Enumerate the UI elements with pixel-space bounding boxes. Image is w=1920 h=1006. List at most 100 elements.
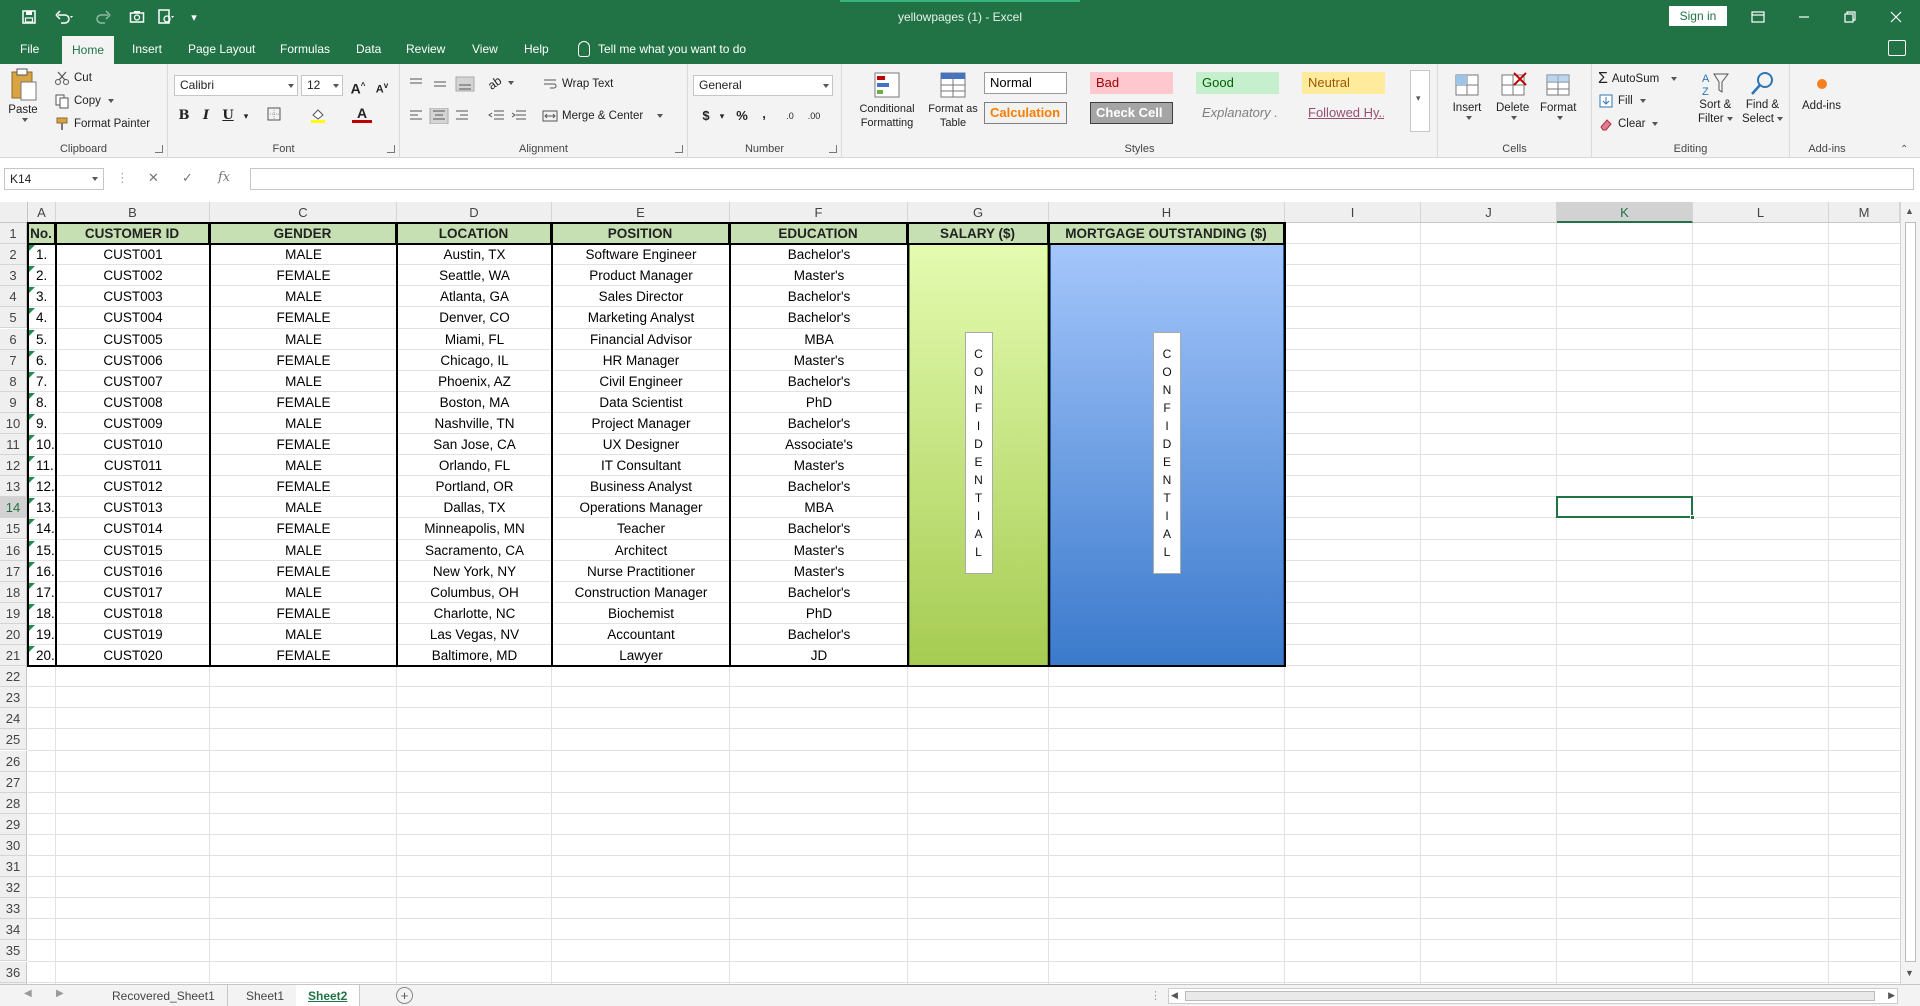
collapse-ribbon-icon[interactable]: ⌃ [1900,144,1908,155]
header-cell[interactable]: No. [28,223,56,245]
tab-review[interactable]: Review [396,34,455,64]
camera-icon[interactable] [126,7,148,27]
new-sheet-icon[interactable]: + [396,987,413,1004]
table-cell[interactable]: Phoenix, AZ [397,371,552,392]
table-cell[interactable]: CUST018 [56,603,210,624]
vertical-scroll-thumb[interactable] [1905,222,1916,962]
table-cell[interactable]: FEMALE [210,518,397,539]
column-header-f[interactable]: F [730,202,908,223]
bold-button[interactable]: B [174,106,194,126]
font-color-icon[interactable]: A [352,106,372,126]
table-cell[interactable]: MALE [210,624,397,645]
table-cell[interactable]: CUST001 [56,244,210,265]
table-cell[interactable]: Biochemist [552,603,730,624]
select-all-corner[interactable] [0,202,28,223]
error-indicator-icon[interactable] [29,392,35,399]
table-cell[interactable]: CUST004 [56,307,210,328]
table-cell[interactable]: Austin, TX [397,244,552,265]
row-header-28[interactable]: 28 [0,792,27,814]
header-cell[interactable]: EDUCATION [730,223,908,245]
error-indicator-icon[interactable] [29,582,35,589]
merge-center-button[interactable]: Merge & Center [542,108,664,124]
table-cell[interactable]: MALE [210,413,397,434]
sheet-tab-sheet2[interactable]: Sheet2 [296,985,361,1006]
style-check-cell[interactable]: Check Cell [1090,102,1173,124]
table-cell[interactable]: Operations Manager [552,497,730,518]
style-followed-hyperlink[interactable]: Followed Hy... [1302,102,1385,124]
table-cell[interactable]: MALE [210,371,397,392]
table-cell[interactable]: Atlanta, GA [397,286,552,307]
sign-in-button[interactable]: Sign in [1669,6,1727,26]
row-header-26[interactable]: 26 [0,750,27,772]
error-indicator-icon[interactable] [29,477,35,484]
customize-quick-access-icon[interactable]: ▾ [184,7,204,27]
cut-button[interactable]: Cut [54,70,92,86]
table-cell[interactable]: Bachelor's [730,582,908,603]
delete-cells-button[interactable]: Delete [1496,70,1529,120]
autosum-button[interactable]: Σ AutoSum [1598,70,1678,88]
table-cell[interactable]: JD [730,645,908,666]
underline-dropdown-icon[interactable]: ▾ [236,106,256,126]
table-cell[interactable]: Nashville, TN [397,413,552,434]
column-header-g[interactable]: G [908,202,1049,223]
row-header-4[interactable]: 4 [0,286,27,308]
table-cell[interactable]: FEMALE [210,265,397,286]
table-cell[interactable]: IT Consultant [552,455,730,476]
table-cell[interactable]: CUST008 [56,392,210,413]
style-bad[interactable]: Bad [1090,72,1173,94]
row-header-27[interactable]: 27 [0,771,27,793]
decrease-font-size-icon[interactable]: Av [372,76,392,96]
table-cell[interactable]: Bachelor's [730,624,908,645]
row-header-14[interactable]: 14 [0,497,27,519]
row-header-32[interactable]: 32 [0,877,27,899]
styles-gallery-more-button[interactable]: ▾ [1410,70,1430,132]
table-cell[interactable]: Chicago, IL [397,350,552,371]
table-cell[interactable]: Portland, OR [397,476,552,497]
italic-button[interactable]: I [196,106,216,126]
error-indicator-icon[interactable] [29,498,35,505]
table-cell[interactable]: Columbus, OH [397,582,552,603]
row-header-25[interactable]: 25 [0,729,27,751]
error-indicator-icon[interactable] [29,603,35,610]
style-explanatory[interactable]: Explanatory ... [1196,102,1279,124]
sort-filter-button[interactable]: AZ Sort & Filter [1698,70,1733,126]
table-cell[interactable]: CUST016 [56,561,210,582]
row-header-13[interactable]: 13 [0,476,27,498]
tab-file[interactable]: File [10,34,49,64]
row-header-6[interactable]: 6 [0,328,27,350]
row-header-5[interactable]: 5 [0,307,27,329]
error-indicator-icon[interactable] [29,624,35,631]
wrap-text-button[interactable]: Wrap Text [542,76,613,92]
borders-icon[interactable] [264,106,284,126]
underline-button[interactable]: U [218,106,238,126]
comments-icon[interactable] [1888,40,1906,56]
row-header-35[interactable]: 35 [0,940,27,962]
row-header-9[interactable]: 9 [0,391,27,413]
table-cell[interactable]: FEMALE [210,350,397,371]
table-cell[interactable]: Seattle, WA [397,265,552,286]
row-header-21[interactable]: 21 [0,645,27,667]
row-header-23[interactable]: 23 [0,687,27,709]
column-header-e[interactable]: E [552,202,730,223]
number-format-box[interactable]: General [693,75,833,96]
vertical-align-icons[interactable] [408,76,478,92]
row-header-18[interactable]: 18 [0,581,27,603]
worksheet-grid[interactable]: A B C D E F G H I J K L M 1 2 3 4 5 6 7 8 9 10 11 12 13 14 15 16 17 18… [0,202,1920,1004]
table-cell[interactable]: Bachelor's [730,518,908,539]
table-cell[interactable]: FEMALE [210,561,397,582]
table-cell[interactable]: Minneapolis, MN [397,518,552,539]
error-indicator-icon[interactable] [29,245,35,252]
minimize-icon[interactable] [1781,0,1827,34]
header-cell[interactable]: GENDER [210,223,397,245]
row-header-24[interactable]: 24 [0,708,27,730]
row-header-36[interactable]: 36 [0,961,27,983]
table-cell[interactable]: Marketing Analyst [552,307,730,328]
print-preview-icon[interactable] [154,7,180,27]
table-cell[interactable]: MBA [730,329,908,350]
percent-button[interactable]: % [732,106,752,126]
style-neutral[interactable]: Neutral [1302,72,1385,94]
row-header-3[interactable]: 3 [0,265,27,287]
alignment-launcher-icon[interactable] [675,145,683,153]
table-cell[interactable]: Nurse Practitioner [552,561,730,582]
scroll-up-icon[interactable]: ▲ [1905,206,1914,216]
